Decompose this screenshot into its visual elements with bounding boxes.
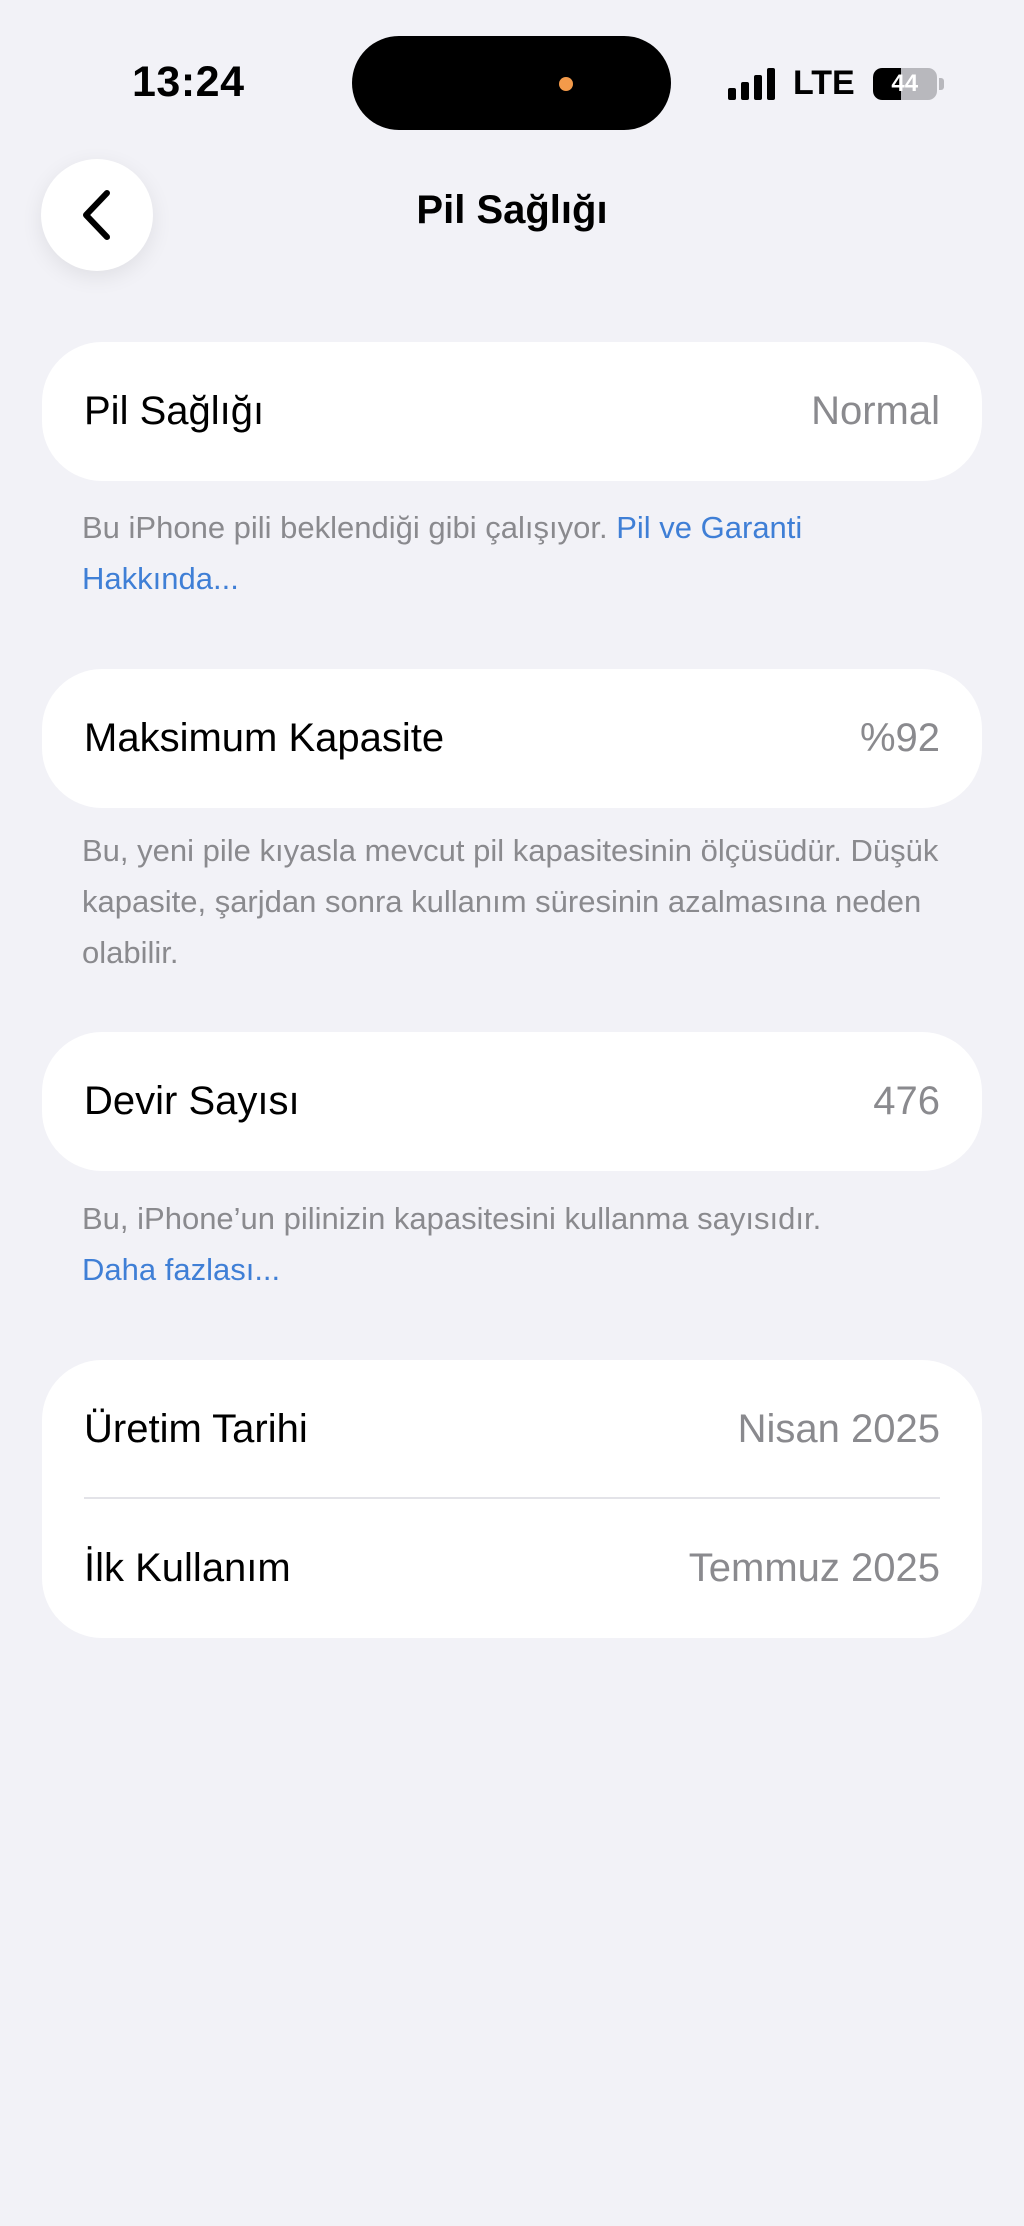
status-time: 13:24	[132, 58, 245, 106]
battery-health-row: Pil Sağlığı Normal	[42, 342, 982, 481]
battery-health-label: Pil Sağlığı	[84, 389, 265, 433]
max-capacity-value: %92	[859, 716, 940, 760]
battery-icon: 44	[872, 67, 937, 100]
battery-health-footnote: Bu iPhone pili beklendiği gibi çalışıyor…	[82, 502, 942, 604]
dynamic-island	[352, 36, 671, 130]
dates-card: Üretim Tarihi Nisan 2025 İlk Kullanım Te…	[42, 1360, 982, 1638]
first-use-row: İlk Kullanım Temmuz 2025	[42, 1499, 982, 1638]
network-type: LTE	[793, 64, 855, 102]
battery-health-card: Pil Sağlığı Normal	[42, 342, 982, 481]
cycle-count-value: 476	[873, 1079, 940, 1123]
status-indicators: LTE 44	[728, 64, 944, 103]
battery-health-value: Normal	[811, 389, 940, 433]
max-capacity-footnote: Bu, yeni pile kıyasla mevcut pil kapasit…	[82, 833, 939, 970]
first-use-value: Temmuz 2025	[688, 1546, 940, 1590]
cycle-count-card: Devir Sayısı 476	[42, 1032, 982, 1171]
manufacture-date-row: Üretim Tarihi Nisan 2025	[42, 1360, 982, 1499]
cycle-count-row: Devir Sayısı 476	[42, 1032, 982, 1171]
max-capacity-card: Maksimum Kapasite %92	[42, 669, 982, 808]
first-use-label: İlk Kullanım	[84, 1546, 291, 1590]
max-capacity-label: Maksimum Kapasite	[84, 716, 445, 760]
battery-health-description: Bu iPhone pili beklendiği gibi çalışıyor…	[82, 510, 608, 545]
learn-more-link[interactable]: Daha fazlası...	[82, 1252, 280, 1287]
cycle-count-footnote: Bu, iPhone’un pilinizin kapasitesini kul…	[82, 1193, 942, 1295]
max-capacity-row: Maksimum Kapasite %92	[42, 669, 982, 808]
battery-cap	[938, 77, 944, 90]
battery-percentage: 44	[891, 69, 919, 97]
cellular-signal-icon	[728, 67, 775, 100]
manufacture-date-value: Nisan 2025	[737, 1407, 940, 1451]
cycle-count-label: Devir Sayısı	[84, 1079, 300, 1123]
cycle-count-description: Bu, iPhone’un pilinizin kapasitesini kul…	[82, 1201, 822, 1236]
page-title: Pil Sağlığı	[416, 188, 608, 232]
privacy-indicator-dot	[559, 77, 573, 91]
manufacture-date-label: Üretim Tarihi	[84, 1407, 308, 1451]
